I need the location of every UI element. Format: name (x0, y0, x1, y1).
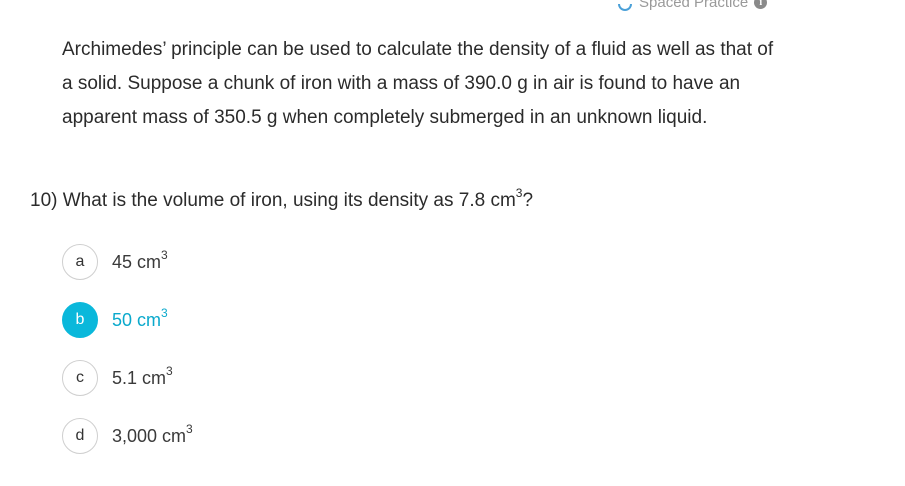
choice-text: 50 cm3 (112, 305, 168, 330)
choice-text: 45 cm3 (112, 247, 168, 272)
choice-letter: d (62, 418, 98, 454)
question-superscript: 3 (515, 185, 523, 200)
choice-text: 5.1 cm3 (112, 363, 173, 388)
question-passage: Archimedes’ principle can be used to cal… (62, 39, 774, 128)
question-number: 10) (30, 190, 58, 211)
question-page: Spaced Practice i Archimedes’ principle … (0, 0, 905, 486)
answer-choices: a 45 cm3 b 50 cm3 c 5.1 cm3 d 3,000 cm3 (62, 242, 193, 474)
refresh-arc-icon (618, 3, 632, 11)
choice-text: 3,000 cm3 (112, 421, 193, 446)
spaced-practice-label: Spaced Practice (639, 0, 749, 11)
choice-letter: b (62, 302, 98, 338)
question-text: What is the volume of iron, using its de… (62, 190, 516, 211)
choice-b[interactable]: b 50 cm3 (62, 300, 193, 340)
choice-d[interactable]: d 3,000 cm3 (62, 416, 193, 456)
choice-a[interactable]: a 45 cm3 (62, 242, 193, 282)
question-prompt: 10) What is the volume of iron, using it… (30, 186, 533, 216)
question-suffix: ? (522, 190, 534, 211)
spaced-practice-indicator[interactable]: Spaced Practice i (617, 0, 768, 11)
choice-letter: a (62, 244, 98, 280)
info-icon[interactable]: i (754, 0, 768, 9)
choice-letter: c (62, 360, 98, 396)
choice-c[interactable]: c 5.1 cm3 (62, 358, 193, 398)
